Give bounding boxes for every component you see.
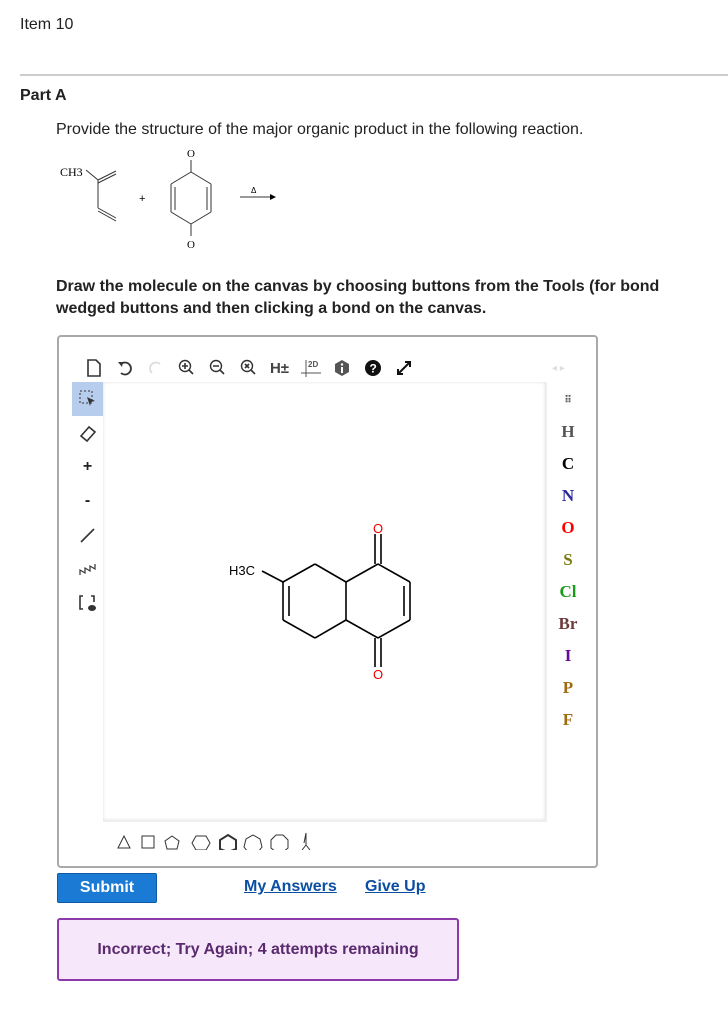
select-tool-icon[interactable]: [72, 382, 103, 416]
atom-button-c[interactable]: C: [556, 448, 580, 480]
my-answers-link[interactable]: My Answers: [244, 878, 337, 896]
single-bond-tool-icon[interactable]: [72, 518, 103, 552]
atom-button-f[interactable]: F: [556, 704, 580, 736]
atom-button-s[interactable]: S: [556, 544, 580, 576]
part-title: Part A: [20, 87, 67, 104]
plus-sign: +: [139, 193, 145, 205]
question-text: Provide the structure of the major organ…: [56, 121, 584, 138]
atom-palette: ⠿ H C N O S Cl Br I P F: [556, 384, 580, 736]
atom-button-o[interactable]: O: [556, 512, 580, 544]
feedback-message: Incorrect; Try Again; 4 attempts remaini…: [57, 918, 459, 981]
submit-button[interactable]: Submit: [57, 873, 157, 903]
atom-button-h[interactable]: H: [556, 416, 580, 448]
item-title: Item 10: [20, 16, 74, 33]
redo-icon[interactable]: [140, 355, 171, 381]
toolbar-scroll-arrows[interactable]: ◂ ▸: [552, 363, 565, 374]
drawing-canvas[interactable]: H3C O O: [103, 382, 547, 822]
instructions: Draw the molecule on the canvas by choos…: [56, 276, 659, 320]
cyclooctane-template-icon: [270, 834, 289, 850]
zoom-in-icon[interactable]: [171, 355, 202, 381]
cyclopropane-template-icon: [117, 834, 131, 849]
fullscreen-icon[interactable]: [388, 355, 419, 381]
o-top-label: O: [187, 148, 195, 160]
zoom-out-icon[interactable]: [202, 355, 233, 381]
template-bar: [110, 830, 350, 850]
benzene-template-icon: [219, 833, 237, 850]
methyl-label: H3C: [229, 563, 255, 578]
chair-template-icon: [301, 832, 311, 850]
left-tools: + -: [72, 382, 103, 620]
instruction-line-2: wedged buttons and then clicking a bond …: [56, 300, 487, 317]
chain-tool-icon[interactable]: [72, 552, 103, 586]
instruction-line-1: Draw the molecule on the canvas by choos…: [56, 278, 660, 295]
o-bottom-label: O: [187, 239, 195, 251]
undo-icon[interactable]: [109, 355, 140, 381]
atom-button-br[interactable]: Br: [556, 608, 580, 640]
give-up-link[interactable]: Give Up: [365, 878, 425, 896]
clean-2d-button[interactable]: 2D: [295, 355, 326, 381]
zoom-reset-icon[interactable]: [233, 355, 264, 381]
cycloheptane-template-icon: [243, 834, 263, 850]
charge-plus-button[interactable]: +: [72, 450, 103, 484]
atom-button-n[interactable]: N: [556, 480, 580, 512]
sgroup-bracket-tool-icon[interactable]: [72, 586, 103, 620]
periodic-table-icon[interactable]: ⠿: [556, 384, 580, 416]
oxygen-bottom-label: O: [373, 667, 383, 682]
cyclohexane-template-icon: [191, 835, 211, 850]
atom-button-i[interactable]: I: [556, 640, 580, 672]
cyclobutane-template-icon: [141, 835, 155, 849]
divider: [20, 74, 728, 76]
clean-2d-label: 2D: [308, 360, 318, 369]
svg-text:?: ?: [369, 362, 376, 376]
new-document-icon[interactable]: [78, 355, 109, 381]
charge-minus-button[interactable]: -: [72, 484, 103, 518]
atom-button-p[interactable]: P: [556, 672, 580, 704]
info-icon[interactable]: [326, 355, 357, 381]
editor-toolbar: H± 2D ?: [78, 355, 419, 381]
help-icon[interactable]: ?: [357, 355, 388, 381]
hydrogen-toggle-button[interactable]: H±: [264, 355, 295, 381]
eraser-tool-icon[interactable]: [72, 416, 103, 450]
oxygen-top-label: O: [373, 521, 383, 536]
reactant-methyl-label: CH3: [60, 165, 83, 179]
cyclopentane-template-icon: [164, 835, 180, 850]
atom-button-cl[interactable]: Cl: [556, 576, 580, 608]
reaction-scheme: CH3 + O O Δ: [60, 148, 276, 251]
heat-label: Δ: [251, 186, 257, 195]
